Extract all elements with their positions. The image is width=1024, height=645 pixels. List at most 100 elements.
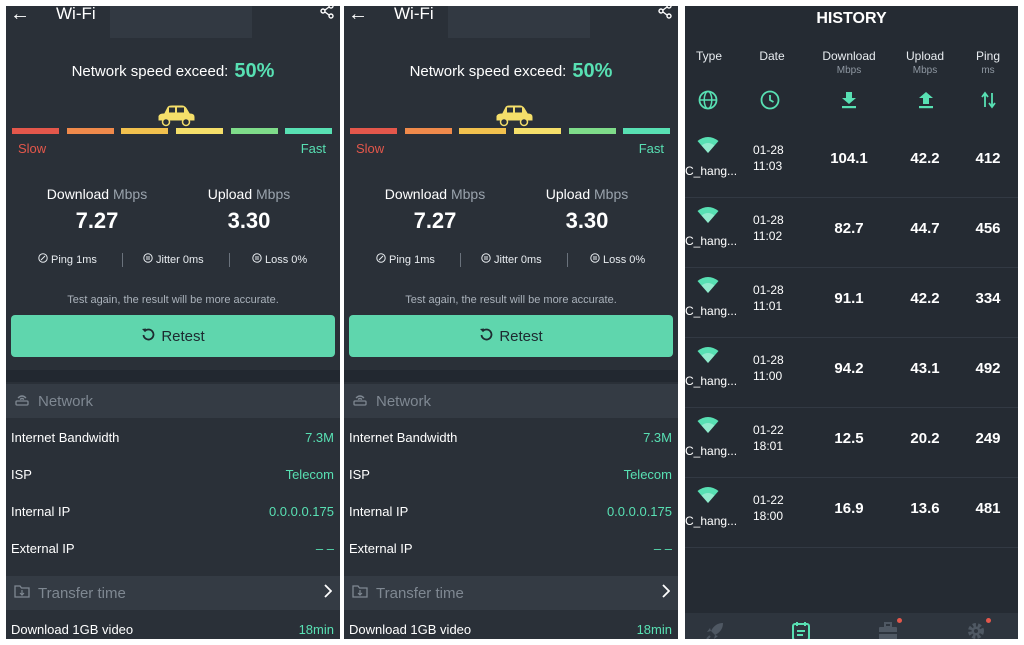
jitter-icon bbox=[143, 253, 153, 266]
app-bar: ← Wi-Fi bbox=[344, 6, 678, 42]
info-row: Internal IP 0.0.0.0.175 bbox=[349, 504, 672, 526]
chevron-right-icon[interactable] bbox=[323, 584, 333, 602]
folder-icon bbox=[352, 584, 368, 602]
download-value: 91.1 bbox=[834, 290, 864, 307]
retest-hint: Test again, the result will be more accu… bbox=[405, 294, 617, 306]
info-row: ISP Telecom bbox=[349, 467, 672, 489]
transfer-section-header[interactable]: Transfer time bbox=[344, 576, 678, 610]
info-row: Download 1GB video 18min bbox=[11, 622, 334, 639]
retest-label: Retest bbox=[499, 327, 543, 345]
test-datetime: 01-28 11:02 bbox=[753, 212, 784, 244]
page-title: Wi-Fi bbox=[56, 6, 96, 23]
isp-value: Telecom bbox=[285, 467, 334, 482]
history-row[interactable]: C_hang... 01-28 11:01 91.1 42.2 334 bbox=[685, 268, 1018, 338]
column-unit: ms bbox=[981, 65, 995, 76]
history-list-icon[interactable] bbox=[791, 621, 811, 639]
stats-row: Ping 1ms Jitter 0ms Loss 0% bbox=[344, 251, 678, 271]
history-row[interactable]: C_hang... 01-28 11:03 104.1 42.2 412 bbox=[685, 128, 1018, 198]
exceed-label: Network speed exceed: bbox=[71, 63, 229, 80]
speed-segment bbox=[514, 128, 561, 134]
upload-metric: Upload Mbps 3.30 bbox=[174, 186, 324, 234]
network-section-title: Network bbox=[38, 392, 94, 410]
back-arrow-icon[interactable]: ← bbox=[10, 6, 30, 26]
scale-fast-label: Fast bbox=[300, 141, 326, 156]
upload-value: 3.30 bbox=[565, 208, 609, 233]
column-label: Type bbox=[695, 49, 722, 63]
test-date: 01-28 bbox=[753, 213, 784, 227]
scale-fast-label: Fast bbox=[638, 141, 664, 156]
download-unit: Mbps bbox=[450, 186, 486, 202]
rocket-icon[interactable] bbox=[705, 621, 725, 639]
retest-label: Retest bbox=[161, 327, 205, 345]
test-date: 01-22 bbox=[753, 493, 784, 507]
upload-value: 3.30 bbox=[227, 208, 271, 233]
app-bar: ← Wi-Fi bbox=[6, 6, 340, 42]
retest-button[interactable]: Retest bbox=[349, 315, 673, 357]
share-icon[interactable] bbox=[658, 6, 672, 24]
history-row[interactable]: C_hang... 01-22 18:00 16.9 13.6 481 bbox=[685, 478, 1018, 548]
info-row: Internal IP 0.0.0.0.175 bbox=[11, 504, 334, 526]
history-screen: HISTORY Type Date Download Mbps Upload M… bbox=[685, 6, 1018, 639]
download-value: 94.2 bbox=[834, 360, 864, 377]
router-icon bbox=[14, 391, 30, 411]
test-time: 18:01 bbox=[753, 439, 784, 453]
history-row[interactable]: C_hang... 01-28 11:02 82.7 44.7 456 bbox=[685, 198, 1018, 268]
speed-segment bbox=[121, 128, 168, 134]
download-value: 7.27 bbox=[75, 208, 119, 233]
exceed-label: Network speed exceed: bbox=[409, 63, 567, 80]
test-datetime: 01-22 18:01 bbox=[753, 422, 784, 454]
speed-result-screen: ← Wi-Fi Network speed exceed: 50% Slow Fa… bbox=[6, 6, 340, 639]
settings-gear-icon[interactable] bbox=[966, 621, 986, 639]
column-unit: Mbps bbox=[912, 65, 938, 76]
download-unit: Mbps bbox=[112, 186, 148, 202]
isp-label: ISP bbox=[11, 467, 32, 482]
external-ip-value: – – bbox=[315, 541, 334, 556]
jitter-stat: Jitter 0ms bbox=[481, 253, 542, 266]
chevron-right-icon[interactable] bbox=[661, 584, 671, 602]
history-row[interactable]: C_hang... 01-28 11:00 94.2 43.1 492 bbox=[685, 338, 1018, 408]
ping-value: 334 bbox=[975, 290, 1001, 307]
upload-value: 44.7 bbox=[910, 220, 940, 237]
test-datetime: 01-28 11:03 bbox=[753, 142, 784, 174]
bottom-navigation bbox=[685, 613, 1018, 639]
transfer-section-title: Transfer time bbox=[38, 584, 126, 602]
exceed-value: 50% bbox=[572, 60, 613, 82]
speed-scale-bar bbox=[12, 128, 333, 134]
test-time: 11:03 bbox=[753, 159, 783, 173]
info-row: External IP – – bbox=[11, 541, 334, 563]
ping-icon bbox=[38, 253, 48, 266]
back-arrow-icon[interactable]: ← bbox=[348, 6, 368, 26]
download-arrow-icon bbox=[840, 91, 858, 114]
loss-icon bbox=[590, 253, 600, 266]
retest-button[interactable]: Retest bbox=[11, 315, 335, 357]
download-metric: Download Mbps 7.27 bbox=[22, 186, 172, 234]
upload-label: Upload bbox=[207, 186, 253, 202]
info-row: Internet Bandwidth 7.3M bbox=[349, 430, 672, 452]
network-name: C_hang... bbox=[685, 374, 738, 388]
retest-hint: Test again, the result will be more accu… bbox=[67, 294, 279, 306]
upload-arrow-icon bbox=[917, 91, 935, 114]
ping-text: Ping 1ms bbox=[389, 253, 435, 266]
info-row: Download 1GB video 18min bbox=[349, 622, 672, 639]
network-name: C_hang... bbox=[685, 164, 738, 178]
speed-segment bbox=[12, 128, 59, 134]
test-time: 11:02 bbox=[753, 229, 783, 243]
jitter-text: Jitter 0ms bbox=[156, 253, 204, 266]
speed-exceed-text: Network speed exceed: 50% bbox=[344, 60, 678, 83]
clock-icon bbox=[760, 90, 780, 115]
test-datetime: 01-28 11:01 bbox=[753, 282, 784, 314]
exceed-value: 50% bbox=[234, 60, 275, 82]
speed-result-screen: ← Wi-Fi Network speed exceed: 50% Slow Fa… bbox=[344, 6, 678, 639]
history-row[interactable]: C_hang... 01-22 18:01 12.5 20.2 249 bbox=[685, 408, 1018, 478]
toolbox-icon[interactable] bbox=[878, 621, 898, 639]
wifi-icon bbox=[697, 416, 719, 439]
bandwidth-value: 7.3M bbox=[305, 430, 334, 445]
share-icon[interactable] bbox=[320, 6, 334, 24]
download-video-label: Download 1GB video bbox=[11, 622, 134, 637]
wifi-icon bbox=[697, 136, 719, 159]
info-row: External IP – – bbox=[349, 541, 672, 563]
transfer-section-header[interactable]: Transfer time bbox=[6, 576, 340, 610]
bandwidth-label: Internet Bandwidth bbox=[349, 430, 458, 445]
loss-stat: Loss 0% bbox=[252, 253, 307, 266]
internal-ip-label: Internal IP bbox=[11, 504, 71, 519]
